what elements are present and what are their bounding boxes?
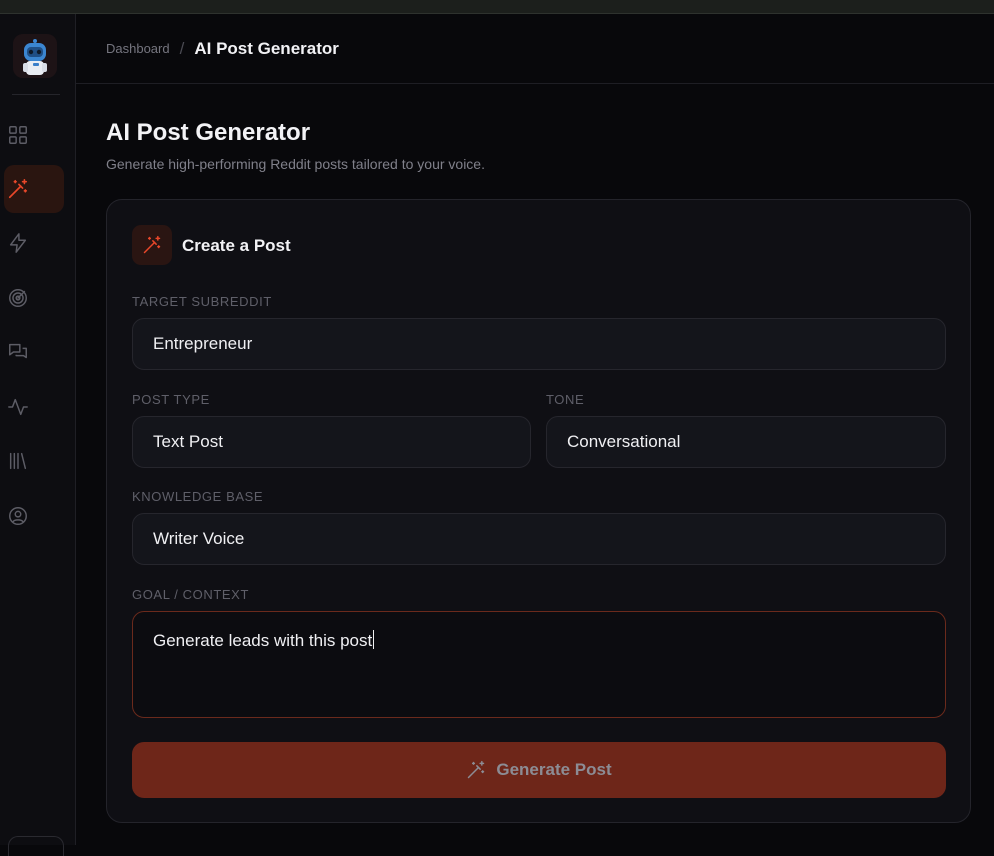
sidebar-item-conversations[interactable] bbox=[4, 328, 64, 376]
knowledge-base-label: KNOWLEDGE BASE bbox=[132, 489, 264, 504]
post-type-value: Text Post bbox=[153, 432, 223, 451]
radar-icon bbox=[9, 289, 27, 307]
tone-select[interactable]: Conversational bbox=[546, 416, 946, 468]
breadcrumb-separator: / bbox=[179, 38, 185, 58]
goal-value: Generate leads with this post bbox=[153, 631, 373, 650]
generate-post-label: Generate Post bbox=[496, 760, 612, 779]
create-post-card: Create a Post TARGET SUBREDDIT Entrepren… bbox=[106, 199, 971, 823]
sidebar-item-library[interactable] bbox=[4, 437, 64, 485]
sidebar-item-automations[interactable] bbox=[4, 219, 64, 267]
header-bar: Dashboard / AI Post Generator bbox=[76, 14, 994, 84]
window-top-strip bbox=[0, 0, 994, 14]
page-title: AI Post Generator bbox=[106, 119, 311, 146]
magic-wand-icon bbox=[468, 760, 485, 779]
sidebar-item-analytics[interactable] bbox=[4, 383, 64, 431]
page-subtitle: Generate high-performing Reddit posts ta… bbox=[106, 156, 485, 172]
subreddit-label: TARGET SUBREDDIT bbox=[132, 294, 272, 309]
sidebar-item-dashboard[interactable] bbox=[4, 111, 64, 159]
chat-bubbles-icon bbox=[9, 343, 27, 359]
user-circle-icon bbox=[9, 507, 27, 525]
breadcrumb-current: AI Post Generator bbox=[194, 38, 339, 58]
sidebar bbox=[0, 14, 76, 856]
post-type-select[interactable]: Text Post bbox=[132, 416, 531, 468]
tone-value: Conversational bbox=[567, 432, 681, 451]
knowledge-base-select[interactable]: Writer Voice bbox=[132, 513, 946, 565]
sidebar-bottom-control[interactable] bbox=[8, 836, 64, 856]
post-type-label: POST TYPE bbox=[132, 392, 210, 407]
magic-wand-icon bbox=[8, 179, 28, 199]
knowledge-base-value: Writer Voice bbox=[153, 529, 245, 548]
subreddit-value: Entrepreneur bbox=[153, 334, 253, 353]
goal-textarea[interactable]: Generate leads with this post bbox=[132, 611, 946, 718]
sidebar-item-account[interactable] bbox=[4, 492, 64, 540]
app-logo[interactable] bbox=[13, 34, 57, 78]
sidebar-item-post-generator[interactable] bbox=[4, 165, 64, 213]
lightning-icon bbox=[9, 233, 27, 253]
robot-mascot-icon bbox=[13, 34, 57, 78]
grid-icon bbox=[9, 126, 27, 144]
card-title: Create a Post bbox=[182, 236, 291, 255]
library-icon bbox=[9, 452, 27, 470]
text-caret bbox=[373, 630, 375, 649]
activity-icon bbox=[8, 398, 28, 416]
breadcrumb-dashboard-link[interactable]: Dashboard bbox=[106, 41, 170, 56]
tone-label: TONE bbox=[546, 392, 585, 407]
goal-label: GOAL / CONTEXT bbox=[132, 587, 249, 602]
magic-wand-icon bbox=[143, 235, 161, 254]
generate-post-button[interactable]: Generate Post bbox=[132, 742, 946, 798]
sidebar-divider bbox=[12, 94, 60, 95]
sidebar-item-monitoring[interactable] bbox=[4, 274, 64, 322]
subreddit-select[interactable]: Entrepreneur bbox=[132, 318, 946, 370]
card-icon-badge bbox=[132, 225, 172, 265]
